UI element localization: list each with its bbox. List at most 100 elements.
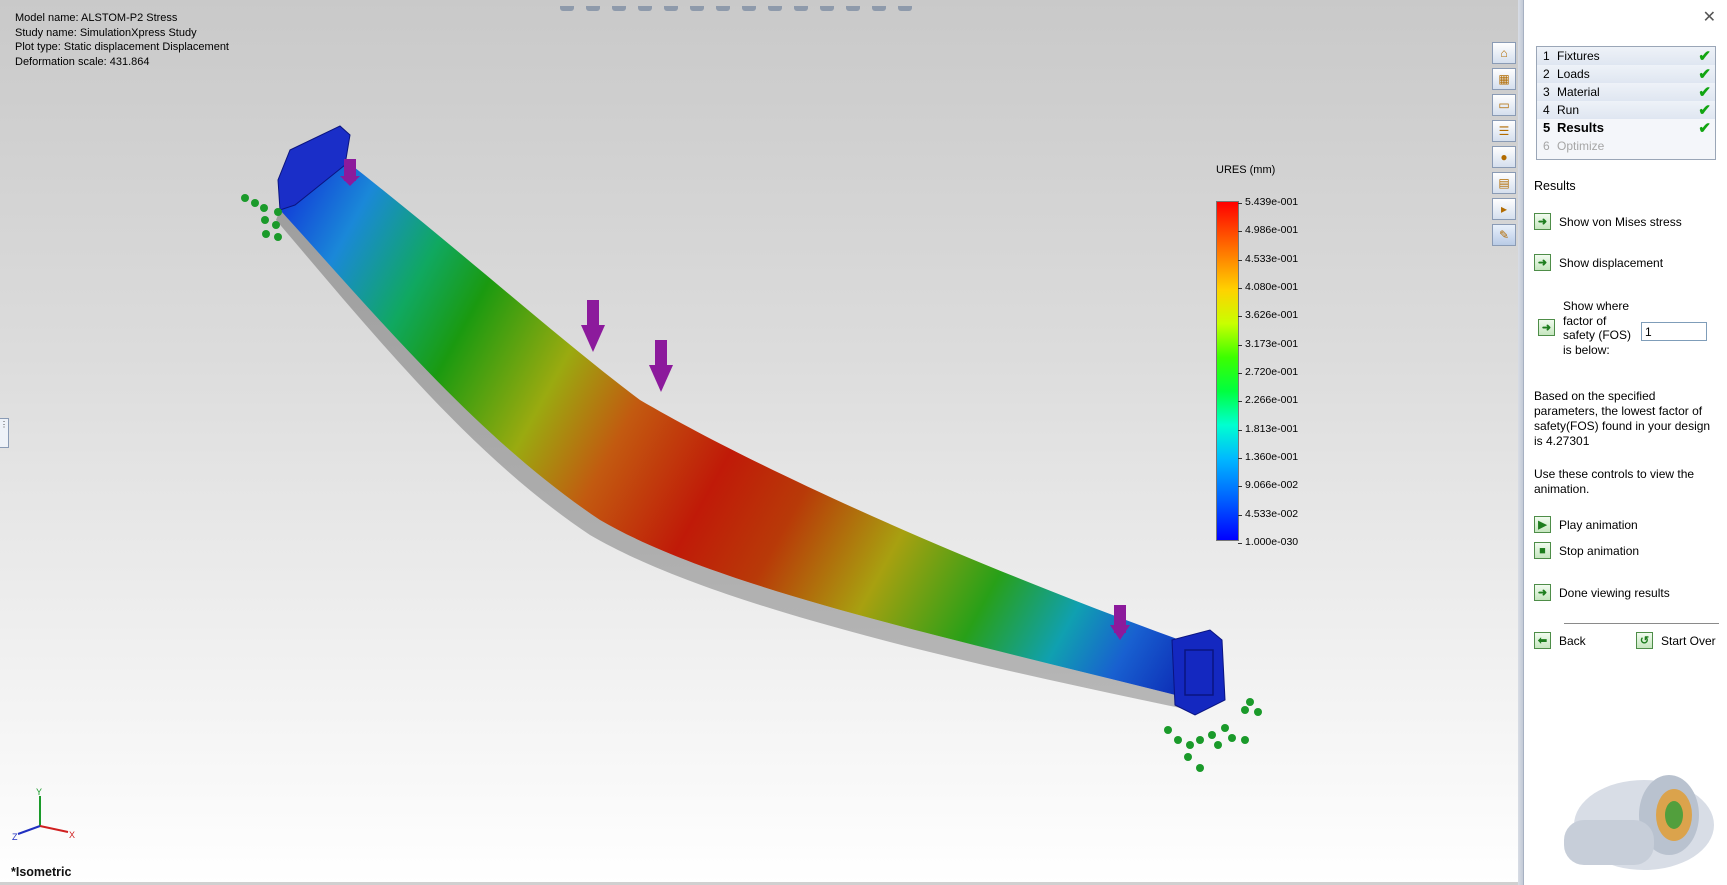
right-flange[interactable] xyxy=(1171,629,1226,716)
legend-tick-label: 9.066e-002 xyxy=(1245,479,1299,492)
legend-tick-mark xyxy=(1238,514,1242,516)
axis-triad: Y X Z xyxy=(12,788,75,842)
legend-tick-mark xyxy=(1238,259,1242,261)
step-number: 3 xyxy=(1543,85,1550,99)
step-optimize: 6 Optimize xyxy=(1537,137,1715,155)
fos-result-text: Based on the specified parameters, the l… xyxy=(1534,389,1711,448)
fos-label-line: Show where xyxy=(1563,299,1630,313)
close-icon[interactable]: ✕ xyxy=(1703,7,1716,27)
view-orientation-label: *Isometric xyxy=(11,865,72,879)
play-icon: ▶ xyxy=(1534,516,1551,533)
properties-icon[interactable]: ☰ xyxy=(1492,120,1516,142)
legend-tick-mark xyxy=(1238,458,1242,459)
check-icon: ✔ xyxy=(1698,120,1711,137)
arrow-right-icon: ➜ xyxy=(1538,319,1555,336)
check-icon: ✔ xyxy=(1698,84,1711,101)
step-fixtures[interactable]: 1 Fixtures ✔ xyxy=(1537,47,1715,65)
legend-tick-mark xyxy=(1238,231,1242,233)
step-material[interactable]: 3 Material ✔ xyxy=(1537,83,1715,101)
results-heading: Results xyxy=(1534,179,1576,193)
legend-tick-label: 3.626e-001 xyxy=(1245,309,1299,322)
back-button[interactable]: ⬅ Back xyxy=(1534,632,1586,649)
legend-tick-label: 4.533e-001 xyxy=(1245,252,1299,265)
action-label: Stop animation xyxy=(1559,543,1640,558)
panel-expand-handle[interactable]: ⋮ xyxy=(0,418,9,448)
step-label: Material xyxy=(1557,85,1600,99)
load-arrow[interactable] xyxy=(581,300,605,352)
axis-x-label: X xyxy=(69,830,75,840)
play-animation-button[interactable]: ▶ Play animation xyxy=(1534,516,1638,533)
check-icon: ✔ xyxy=(1698,66,1711,83)
simulation-icon[interactable]: ✎ xyxy=(1492,224,1516,246)
show-fos-button[interactable]: ➜ xyxy=(1538,319,1563,336)
step-label: Fixtures xyxy=(1557,49,1600,63)
legend-tick-mark xyxy=(1238,344,1242,346)
axis-z-label: Z xyxy=(12,832,18,842)
legend-tick-label: 4.533e-002 xyxy=(1245,507,1299,520)
fos-label: Show where factor of safety (FOS) is bel… xyxy=(1563,299,1631,357)
step-label: Results xyxy=(1557,120,1604,135)
start-over-button[interactable]: ↺ Start Over xyxy=(1636,632,1716,649)
step-number: 2 xyxy=(1543,67,1550,81)
step-number: 6 xyxy=(1543,139,1550,153)
legend-tick-label: 5.439e-001 xyxy=(1245,196,1299,208)
stop-icon: ■ xyxy=(1534,542,1551,559)
legend-tick-mark xyxy=(1238,543,1242,544)
arrow-right-icon: ➜ xyxy=(1534,584,1551,601)
fos-label-line: safety (FOS) xyxy=(1563,328,1632,342)
action-label: Show displacement xyxy=(1559,255,1664,270)
fixture-markers-right[interactable] xyxy=(1164,698,1262,772)
fos-threshold-input[interactable] xyxy=(1641,322,1707,341)
step-results[interactable]: 5 Results ✔ xyxy=(1537,119,1715,137)
appearance-icon[interactable]: ● xyxy=(1492,146,1516,168)
simulation-decoration-image xyxy=(1564,775,1714,870)
action-label: Play animation xyxy=(1559,517,1638,532)
step-label: Optimize xyxy=(1557,139,1605,153)
done-viewing-button[interactable]: ➜ Done viewing results xyxy=(1534,584,1670,601)
beam-model[interactable] xyxy=(0,0,1518,885)
fos-label-line: factor of xyxy=(1563,313,1607,328)
scene-icon[interactable]: ▦ xyxy=(1492,68,1516,90)
step-number: 1 xyxy=(1543,49,1550,63)
legend-title: URES (mm) xyxy=(1216,164,1276,176)
check-icon: ✔ xyxy=(1698,102,1711,119)
step-loads[interactable]: 2 Loads ✔ xyxy=(1537,65,1715,83)
legend-tick-mark xyxy=(1238,373,1242,374)
home-icon[interactable]: ⌂ xyxy=(1492,42,1516,64)
action-label: Back xyxy=(1559,633,1586,648)
load-arrow[interactable] xyxy=(649,340,673,392)
action-label: Show von Mises stress xyxy=(1559,214,1682,229)
arrow-left-icon: ⬅ xyxy=(1534,632,1551,649)
show-displacement-button[interactable]: ➜ Show displacement xyxy=(1534,254,1663,271)
step-label: Loads xyxy=(1557,67,1590,81)
simulationxpress-pane: ✕ 1 Fixtures ✔ 2 Loads ✔ 3 Material ✔ 4 Run … xyxy=(1523,0,1727,885)
legend-tick-mark xyxy=(1238,316,1242,318)
arrow-right-icon: ➜ xyxy=(1534,254,1551,271)
arrow-right-icon: ➜ xyxy=(1534,213,1551,230)
wizard-steps: 1 Fixtures ✔ 2 Loads ✔ 3 Material ✔ 4 Run ✔ … xyxy=(1536,46,1716,160)
action-label: Start Over xyxy=(1661,633,1716,648)
legend-tick-mark xyxy=(1238,429,1242,431)
legend-tick-label: 3.173e-001 xyxy=(1245,337,1299,350)
divider xyxy=(1564,623,1719,624)
stop-animation-button[interactable]: ■ Stop animation xyxy=(1534,542,1639,559)
legend-tick-mark xyxy=(1238,401,1242,403)
step-number: 5 xyxy=(1543,120,1551,135)
legend-tick-label: 1.360e-001 xyxy=(1245,451,1299,463)
legend-tick-label: 4.986e-001 xyxy=(1245,224,1299,237)
custom-props-icon[interactable]: ▤ xyxy=(1492,172,1516,194)
show-von-mises-button[interactable]: ➜ Show von Mises stress xyxy=(1534,213,1682,230)
step-run[interactable]: 4 Run ✔ xyxy=(1537,101,1715,119)
legend-tick-label: 4.080e-001 xyxy=(1245,281,1299,293)
fixture-markers-left[interactable] xyxy=(241,194,282,241)
legend-tick-label: 1.813e-001 xyxy=(1245,422,1299,435)
legend-tick-label: 1.000e-030 xyxy=(1245,536,1299,548)
restart-icon: ↺ xyxy=(1636,632,1653,649)
check-icon: ✔ xyxy=(1698,48,1711,65)
legend-tick-label: 2.266e-001 xyxy=(1245,394,1299,407)
beam-body[interactable] xyxy=(280,150,1195,700)
step-label: Run xyxy=(1557,103,1580,117)
file-explorer-icon[interactable]: ▸ xyxy=(1492,198,1516,220)
folder-icon[interactable]: ▭ xyxy=(1492,94,1516,116)
graphics-viewport[interactable]: Model name: ALSTOM-P2 Stress Study name:… xyxy=(0,0,1518,885)
